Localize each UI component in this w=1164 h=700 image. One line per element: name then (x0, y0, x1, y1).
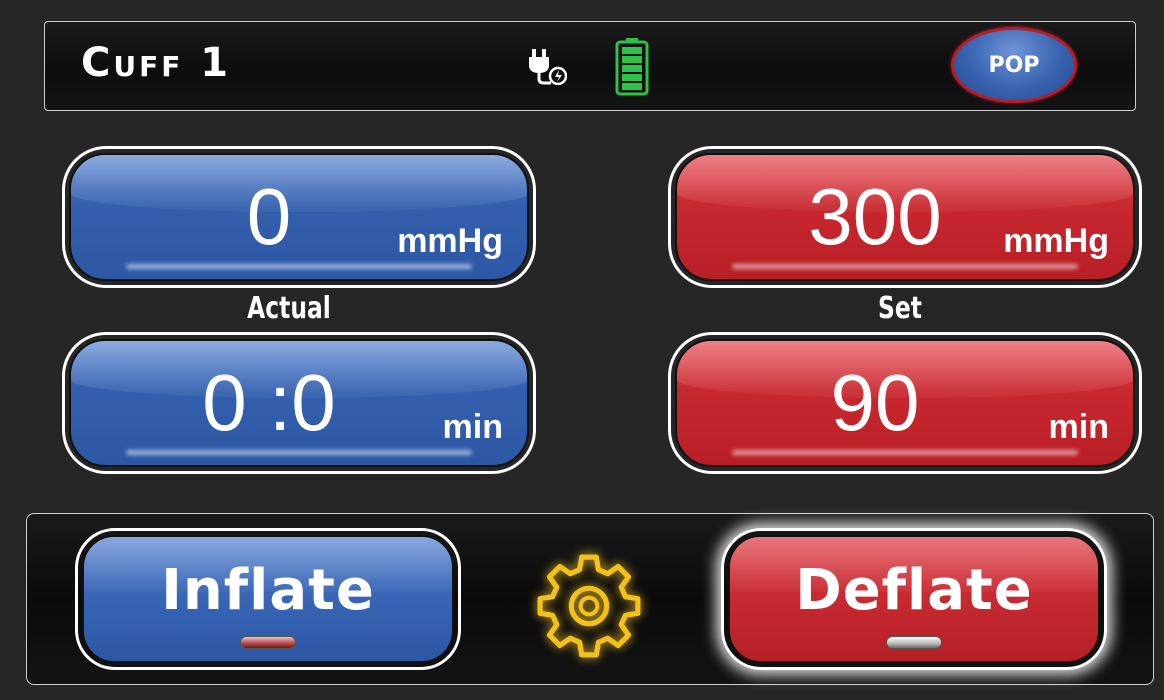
battery-full-icon (615, 38, 649, 96)
set-pressure-panel: 300 mmHg (675, 153, 1135, 281)
set-label: Set (878, 291, 922, 326)
deflate-button-face: Deflate (728, 535, 1100, 663)
actual-pressure-display[interactable]: 0 mmHg (62, 146, 536, 288)
set-time-display[interactable]: 90 min (668, 332, 1142, 474)
header-bar: Cuff 1 POP (44, 21, 1136, 111)
set-time-value: 90 (830, 358, 920, 447)
actual-pressure-panel: 0 mmHg (69, 153, 529, 281)
actual-pressure-unit: mmHg (397, 222, 503, 260)
actual-time-display[interactable]: 0 :0 min (62, 332, 536, 474)
deflate-button[interactable]: Deflate (721, 528, 1107, 670)
actual-label: Actual (247, 291, 331, 326)
set-pressure-unit: mmHg (1003, 222, 1109, 260)
deflate-label: Deflate (795, 557, 1033, 623)
actual-time-value: 0 :0 (202, 358, 336, 447)
actual-time-panel: 0 :0 min (69, 339, 529, 467)
set-time-panel: 90 min (675, 339, 1135, 467)
inflate-indicator-led (240, 636, 296, 649)
plug-icon (529, 49, 567, 85)
pop-button[interactable]: POP (951, 27, 1077, 103)
set-time-unit: min (1048, 408, 1109, 446)
deflate-indicator-led (886, 636, 942, 649)
inflate-label: Inflate (161, 557, 375, 623)
control-panel: Inflate Deflate (26, 513, 1154, 685)
inflate-button[interactable]: Inflate (75, 528, 461, 670)
cuff-control-screen: Cuff 1 POP 0 mmHg 300 mmHg Actual Set 0 … (0, 0, 1164, 700)
cuff-title: Cuff 1 (81, 40, 232, 86)
set-pressure-display[interactable]: 300 mmHg (668, 146, 1142, 288)
inflate-button-face: Inflate (82, 535, 454, 663)
actual-time-unit: min (442, 408, 503, 446)
gear-icon[interactable] (537, 554, 641, 658)
